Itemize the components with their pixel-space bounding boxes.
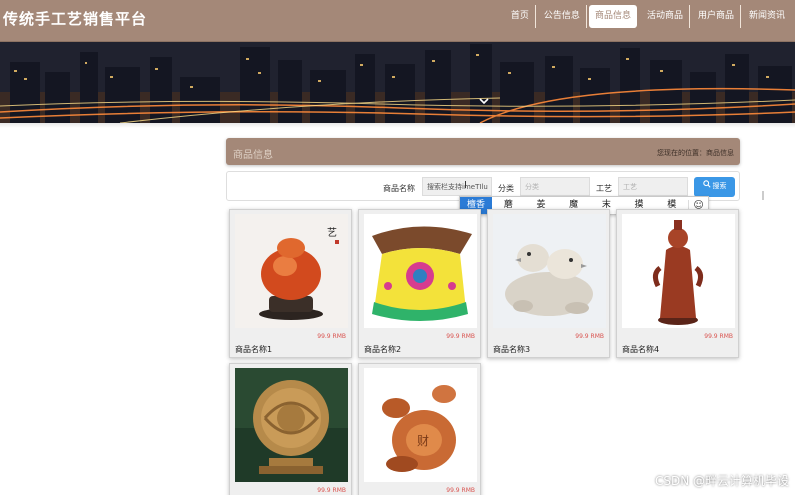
nav-products[interactable]: 商品信息	[588, 5, 637, 28]
section-title: 商品信息	[233, 150, 273, 161]
product-price: 99.9 RMB	[446, 333, 475, 340]
nav-user-products[interactable]: 用户商品	[692, 5, 741, 28]
product-name[interactable]: 商品名称2	[364, 344, 401, 355]
product-image[interactable]	[493, 214, 606, 328]
product-price: 99.9 RMB	[704, 333, 733, 340]
product-card[interactable]: 99.9 RMB 商品名称3	[487, 209, 610, 358]
city-banner	[0, 42, 795, 123]
product-name[interactable]: 商品名称1	[235, 344, 272, 355]
product-image[interactable]: 艺	[235, 214, 348, 328]
product-price: 99.9 RMB	[317, 487, 346, 494]
product-name-label: 商品名称	[383, 184, 415, 193]
product-name-input[interactable]	[422, 177, 492, 196]
top-nav: 首页 公告信息 商品信息 活动商品 用户商品 新闻资讯	[503, 5, 791, 28]
product-price: 99.9 RMB	[317, 333, 346, 340]
category-label: 分类	[498, 184, 514, 193]
product-section: 商品信息 您现在的位置：商品信息 商品名称 分类 工艺 搜索	[226, 138, 740, 201]
nav-home[interactable]: 首页	[505, 5, 536, 28]
search-button[interactable]: 搜索	[694, 177, 735, 197]
product-price: 99.9 RMB	[446, 487, 475, 494]
banner-divider	[0, 123, 795, 128]
product-card[interactable]: 99.9 RMB 商品名称4	[616, 209, 739, 358]
product-card[interactable]: 99.9 RMB	[229, 363, 352, 495]
product-image[interactable]	[622, 214, 735, 328]
category-input[interactable]	[520, 177, 590, 196]
city-skyline-image	[0, 42, 795, 123]
site-header: 传统手工艺销售平台 首页 公告信息 商品信息 活动商品 用户商品 新闻资讯	[0, 0, 795, 42]
chevron-down-icon[interactable]	[477, 95, 491, 109]
product-card[interactable]: 财 99.9 RMB	[358, 363, 481, 495]
product-card[interactable]: 99.9 RMB 商品名称2	[358, 209, 481, 358]
product-card[interactable]: 艺 99.9 RMB 商品名称1	[229, 209, 352, 358]
svg-text:财: 财	[417, 434, 429, 448]
product-price: 99.9 RMB	[575, 333, 604, 340]
watermark: CSDN @畔云计算机毕设	[654, 474, 789, 488]
craft-input[interactable]	[618, 177, 688, 196]
text-cursor-icon: I	[464, 180, 467, 191]
product-image[interactable]	[235, 368, 348, 482]
site-title[interactable]: 传统手工艺销售平台	[3, 8, 147, 29]
product-name[interactable]: 商品名称3	[493, 344, 530, 355]
nav-news[interactable]: 新闻资讯	[743, 5, 791, 28]
product-name[interactable]: 商品名称4	[622, 344, 659, 355]
search-button-label: 搜索	[712, 183, 727, 190]
svg-text:艺: 艺	[327, 227, 337, 239]
product-image[interactable]: 财	[364, 368, 477, 482]
scroll-marker[interactable]	[762, 191, 764, 200]
search-icon	[702, 177, 711, 197]
nav-announcements[interactable]: 公告信息	[538, 5, 587, 28]
product-image[interactable]	[364, 214, 477, 328]
breadcrumb: 您现在的位置：商品信息	[657, 149, 734, 157]
section-header: 商品信息 您现在的位置：商品信息	[226, 138, 740, 165]
craft-label: 工艺	[596, 184, 612, 193]
nav-activity-products[interactable]: 活动商品	[641, 5, 690, 28]
